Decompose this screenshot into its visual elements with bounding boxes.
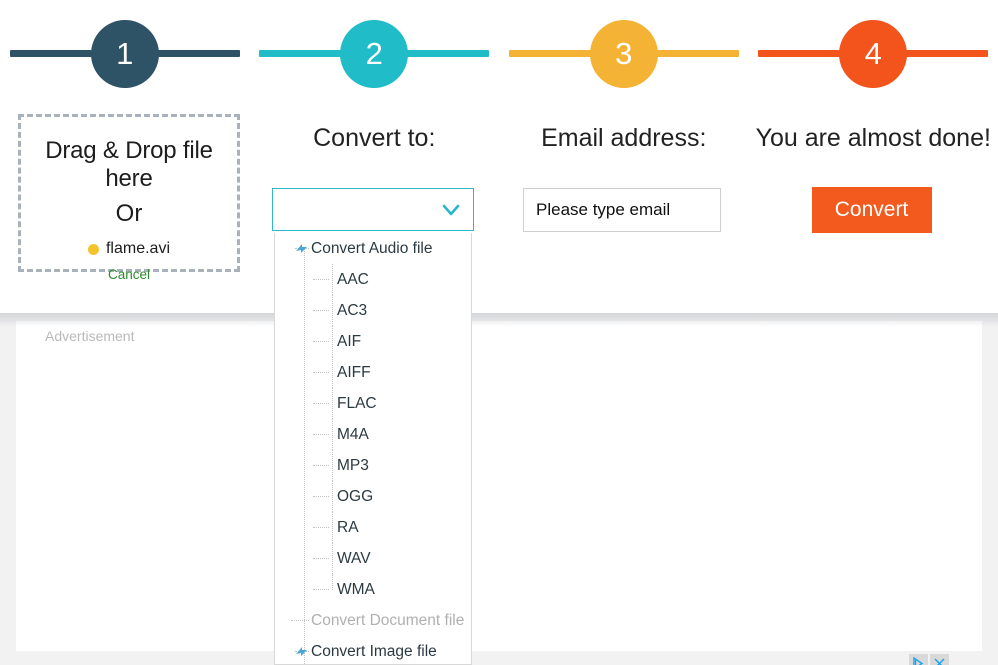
ad-badges [909,654,949,665]
tree-item-label: AC3 [337,301,368,319]
content-card [16,321,982,651]
collapse-arrow-icon[interactable] [295,242,308,255]
step-4: 4 [749,0,998,100]
tree-connector [313,310,329,311]
adchoices-icon[interactable] [909,654,928,665]
file-dropzone[interactable]: Drag & Drop file here Or flame.avi Cance… [18,114,240,282]
format-select[interactable] [271,188,474,231]
tree-connector [313,434,329,435]
tree-item-label: Convert Document file [311,611,465,629]
wizard-panel: 1 2 3 4 Drag & Drop file here Or flame.a… [0,0,998,313]
email-input[interactable] [523,188,721,232]
format-dropdown-list[interactable]: Convert Audio file AAC AC3 AIF AIFF FLAC M4A MP… [274,233,472,665]
tree-item-label: MP3 [337,456,369,474]
step-4-body: You are almost done! Convert [749,100,998,313]
tree-item-label: Convert Audio file [311,239,433,257]
step-3-circle: 3 [589,20,658,88]
tree-spine [332,357,333,388]
tree-spine [332,574,333,590]
tree-item-label: AIF [337,332,362,350]
step-2-circle: 2 [340,20,409,88]
convert-button[interactable]: Convert [811,187,932,233]
dropzone-or-text: Or [115,200,143,227]
tree-item-label: Convert Image file [311,642,437,660]
expand-arrow-icon[interactable] [295,645,308,658]
tree-connector [291,620,309,621]
dropzone-primary-text: Drag & Drop file here [45,137,213,192]
step-2-title: Convert to: [313,124,436,152]
file-status-dot-icon [87,243,99,255]
close-icon[interactable] [930,654,949,665]
tree-spine [332,326,333,357]
chevron-down-icon[interactable] [441,200,461,220]
step-1-circle: 1 [90,20,159,88]
tree-spine [332,295,333,326]
cancel-upload-link[interactable]: Cancel [21,267,237,282]
tree-connector [313,465,329,466]
tree-item-label: AIFF [337,363,371,381]
page-root: Optimize akes as 1-2-3. Test for free Go… [0,0,998,665]
tree-spine [332,512,333,543]
tree-item-label: FLAC [337,394,377,412]
step-3: 3 [499,0,749,100]
tree-connector [313,589,329,590]
tree-connector [313,527,329,528]
tree-item-label: WAV [337,549,371,567]
tree-connector [313,558,329,559]
tree-connector [313,496,329,497]
tree-connector [313,279,329,280]
tree-spine [332,419,333,450]
tree-spine [332,543,333,574]
tree-spine [332,264,333,295]
step-2: 2 [250,0,500,100]
tree-item-label: OGG [337,487,374,505]
tree-item-label: RA [337,518,359,536]
step-indicator: 1 2 3 4 [0,0,998,100]
step-3-title: Email address: [541,124,707,152]
tree-spine [332,388,333,419]
tree-connector [313,403,329,404]
tree-spine-main [304,249,305,664]
step-4-circle: 4 [839,20,908,88]
step-3-body: Email address: [499,100,749,313]
tree-item-label: M4A [337,425,369,443]
panel-shadow [0,313,998,327]
step-1: 1 [0,0,250,100]
tree-spine [332,481,333,512]
step-4-title: You are almost done! [755,124,991,152]
page-content-area: Optimize akes as 1-2-3. Test for free Go… [0,313,998,665]
step-bodies: Drag & Drop file here Or flame.avi Cance… [0,100,998,313]
step-1-body: Drag & Drop file here Or flame.avi Cance… [0,100,250,313]
file-name: flame.avi [105,240,171,257]
tree-connector [313,372,329,373]
tree-item-label: WMA [337,580,375,598]
advertisement-label: Advertisement [45,328,135,344]
tree-spine [332,450,333,481]
uploaded-file: flame.avi [21,240,237,258]
tree-connector [313,341,329,342]
tree-item-label: AAC [337,270,369,288]
